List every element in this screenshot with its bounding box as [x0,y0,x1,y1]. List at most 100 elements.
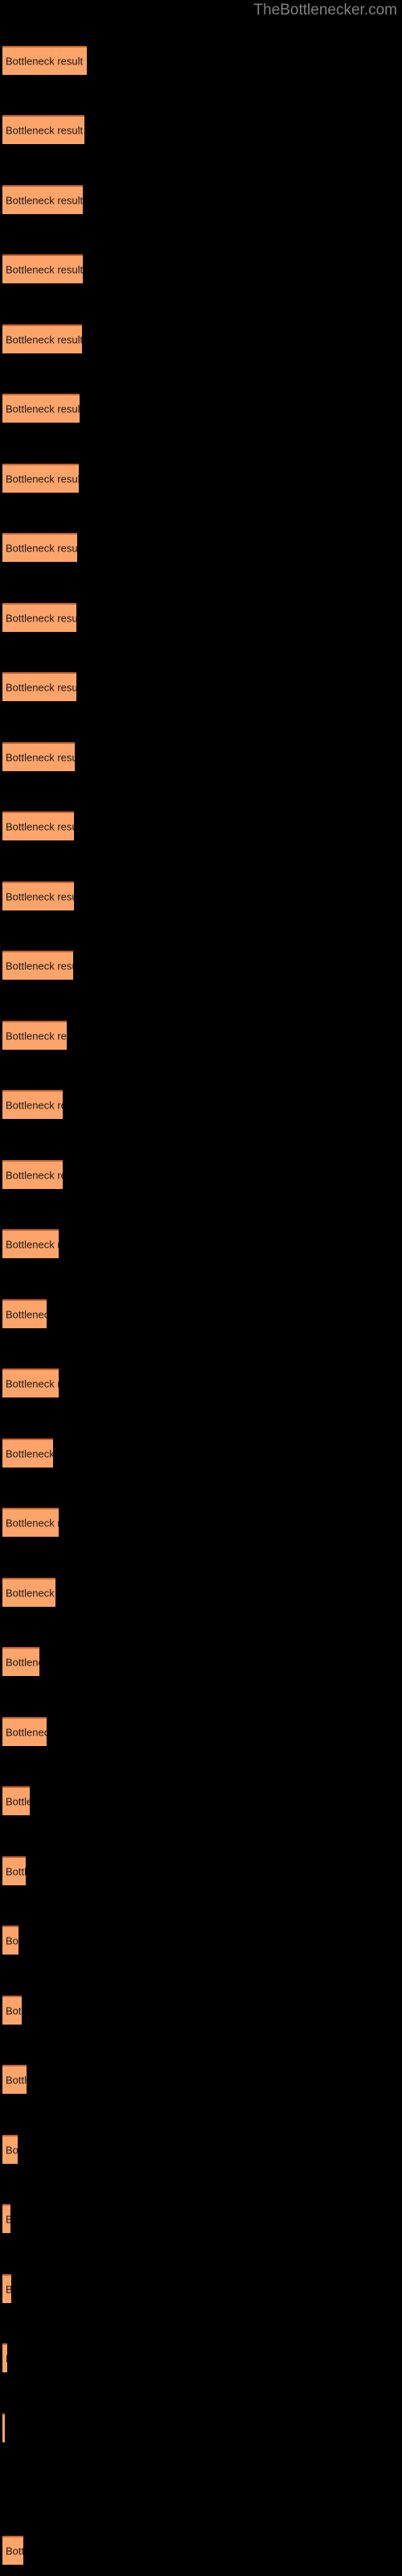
bar-row: Bottleneck result [0,46,402,75]
bar-row: Bottleneck result [0,254,402,283]
bar[interactable]: Bottleneck result [2,115,84,144]
bar-label: Bottleneck result [6,1865,26,1878]
bar-label: Bottleneck result [6,194,83,207]
bar-row: Bottleneck result [0,881,402,910]
bar-row: Bottleneck result [0,1439,402,1468]
bar-row: Bottleneck result [0,1578,402,1607]
bar-label: Bottleneck result [6,473,79,485]
bar[interactable]: Bottleneck result [2,1090,63,1119]
bar[interactable]: Bottleneck result [2,2413,5,2442]
bar[interactable]: Bottleneck result [2,1717,47,1746]
bar[interactable]: Bottleneck result [2,1578,55,1607]
bar[interactable]: Bottleneck result [2,811,74,840]
bar-row: Bottleneck result [0,2065,402,2094]
bar[interactable]: Bottleneck result [2,2135,18,2164]
bar-row: Bottleneck result [0,2274,402,2303]
bar-row: Bottleneck result [0,1508,402,1537]
bar-label: Bottleneck result [6,1308,47,1321]
bar-row: Bottleneck result [0,1717,402,1746]
bar-label: Bottleneck result [6,1030,67,1042]
bar[interactable]: Bottleneck result [2,533,77,562]
bar[interactable]: Bottleneck result [2,185,83,214]
bar[interactable]: Bottleneck result [2,1996,22,2025]
bar-row: Bottleneck result [0,185,402,214]
bar[interactable]: Bottleneck result [2,603,76,632]
bar-row: Bottleneck result [0,1647,402,1676]
bar[interactable]: Bottleneck result [2,394,80,423]
bar-row: Bottleneck result [0,1160,402,1189]
bar[interactable]: Bottleneck result [2,742,75,771]
bar-row: Bottleneck result [0,1229,402,1258]
bar-label: Bottleneck result [6,681,76,694]
bar-label: Bottleneck result [6,1447,53,1460]
bar-row: Bottleneck result [0,1090,402,1119]
bar[interactable]: Bottleneck result [2,2274,11,2303]
bar-label: Bottleneck result [6,1934,18,1947]
bar-label: Bottleneck result [6,1099,63,1112]
bar[interactable]: Bottleneck result [2,1926,18,1955]
bar[interactable]: Bottleneck result [2,464,79,493]
bar[interactable]: Bottleneck result [2,1021,67,1050]
bar[interactable]: Bottleneck result [2,2065,27,2094]
bar[interactable]: Bottleneck result [2,1856,26,1885]
bar[interactable]: Bottleneck result [2,1439,53,1468]
bar-row: Bottleneck result [0,1368,402,1397]
bar-label: Bottleneck result [6,2545,23,2557]
bar[interactable]: Bottleneck result [2,2343,7,2372]
bar-label: Bottleneck result [6,2074,27,2087]
bar[interactable]: Bottleneck result [2,1786,30,1815]
bar-row: Bottleneck result [0,1021,402,1050]
bar-row: Bottleneck result [0,1856,402,1885]
bar-row: Bottleneck result [0,1996,402,2025]
bar[interactable]: Bottleneck result [2,1368,59,1397]
bar-row: Bottleneck result [0,115,402,144]
bar[interactable]: Bottleneck result [2,2536,23,2565]
bar-row: Bottleneck result [0,811,402,840]
bar-row: Bottleneck result [0,324,402,353]
bar[interactable]: Bottleneck result [2,1299,47,1328]
bar-label: Bottleneck result [6,55,84,68]
bar-row: Bottleneck result [0,1299,402,1328]
bar-label: Bottleneck result [6,1795,30,1808]
bar-row: Bottleneck result [0,2413,402,2442]
bar[interactable]: Bottleneck result [2,672,76,701]
bar[interactable]: Bottleneck result [2,254,83,283]
bar[interactable]: Bottleneck result [2,1160,63,1189]
bar-label: Bottleneck result [6,1726,47,1739]
bar-label: Bottleneck result [6,1169,63,1182]
bar-row: Bottleneck result [0,2135,402,2164]
bar-row: Bottleneck result [0,2536,402,2565]
bar-row: Bottleneck result [0,1926,402,1955]
bar-label: Bottleneck result [6,890,74,903]
bar-row: Bottleneck result [0,2204,402,2233]
bar-row: Bottleneck result [0,394,402,423]
bar[interactable]: Bottleneck result [2,1647,39,1676]
bar-label: Bottleneck result [6,1517,59,1530]
bar-label: Bottleneck result [6,2214,10,2226]
bar-row: Bottleneck result [0,742,402,771]
bar-row: Bottleneck result [0,2343,402,2372]
bar[interactable]: Bottleneck result [2,881,74,910]
bar[interactable]: Bottleneck result [2,951,73,980]
bar-row: Bottleneck result [0,1786,402,1815]
bar-label: Bottleneck result [6,402,80,415]
bar-label: Bottleneck result [6,2284,11,2296]
bar-label: Bottleneck result [6,333,82,346]
bar-label: Bottleneck result [6,1587,55,1600]
bar-label: Bottleneck result [6,960,73,972]
bar-label: Bottleneck result [6,263,83,276]
bar[interactable]: Bottleneck result [2,1229,59,1258]
bar-label: Bottleneck result [6,820,74,833]
bar-label: Bottleneck result [6,1656,39,1669]
bar[interactable]: Bottleneck result [2,46,87,75]
bar[interactable]: Bottleneck result [2,1508,59,1537]
bar-label: Bottleneck result [6,1377,59,1390]
bar-label: Bottleneck result [6,2353,7,2365]
bar[interactable]: Bottleneck result [2,324,82,353]
bar[interactable]: Bottleneck result [2,2204,10,2233]
bottleneck-bar-chart: TheBottlenecker.com Bottleneck result Bot… [0,0,402,2576]
bar-label: Bottleneck result [6,612,76,625]
bar-row: Bottleneck result [0,951,402,980]
bar-label: Bottleneck result [6,2004,22,2017]
bar-row: Bottleneck result [0,464,402,493]
